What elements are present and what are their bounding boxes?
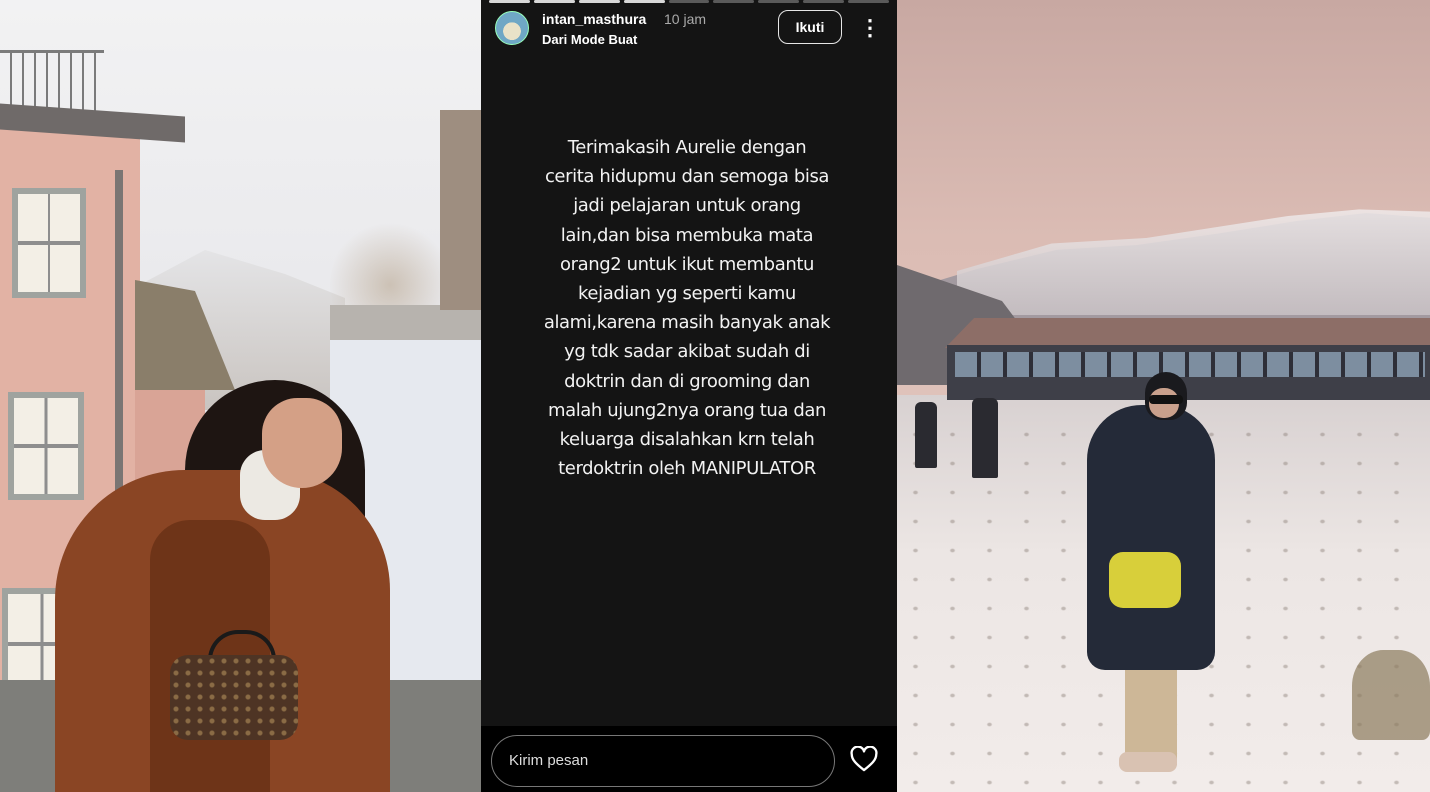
story-text-line: yg tdk sadar akibat sudah di: [564, 341, 810, 363]
more-options-icon[interactable]: ⋮: [859, 14, 881, 42]
progress-segment: [578, 0, 620, 3]
woman-pants: [1125, 665, 1177, 765]
story-text-line: orang2 untuk ikut membantu: [559, 253, 814, 275]
progress-segment: [623, 0, 665, 3]
left-photo: [0, 0, 481, 792]
progress-segment: [489, 0, 530, 3]
post-time: 10 jam: [664, 11, 707, 27]
heart-icon[interactable]: [850, 746, 878, 772]
window: [8, 392, 84, 500]
woman-boots: [1119, 752, 1177, 772]
story-text-line: terdoktrin oleh MANIPULATOR: [558, 458, 816, 480]
dry-grass: [1352, 650, 1430, 740]
yellow-bag: [1109, 552, 1181, 608]
progress-segment: [713, 0, 755, 3]
story-source: Dari Mode Buat: [542, 32, 638, 47]
right-photo: [897, 0, 1430, 792]
user-avatar[interactable]: [495, 11, 529, 45]
progress-segment: [758, 0, 800, 3]
station-roof: [945, 318, 1430, 348]
person: [915, 402, 937, 468]
snowy-peaks: [957, 209, 1430, 315]
wall-roof: [330, 305, 481, 345]
progress-segment: [668, 0, 710, 3]
progress-segment: [533, 0, 575, 3]
username[interactable]: intan_masthura: [542, 11, 646, 27]
story-progress-bar: [489, 0, 890, 3]
story-viewer: intan_masthura 10 jam Dari Mode Buat Iku…: [481, 0, 897, 792]
story-text-line: jadi pelajaran untuk orang: [573, 195, 801, 217]
progress-segment: [803, 0, 845, 3]
story-text-line: cerita hidupmu dan semoga bisa: [544, 166, 830, 188]
story-text-line: Terimakasih Aurelie dengan: [567, 137, 807, 158]
story-text-line: doktrin dan di grooming dan: [564, 370, 810, 392]
progress-segment: [848, 0, 890, 3]
handbag: [170, 655, 298, 740]
window: [12, 188, 86, 298]
story-text-line: lain,dan bisa membuka mata: [560, 224, 814, 246]
story-text-line: kejadian yg seperti kamu: [578, 283, 796, 305]
story-text-line: alami,karena masih banyak anak: [543, 312, 831, 334]
send-message-input[interactable]: Kirim pesan: [491, 735, 835, 787]
sunglasses: [1149, 395, 1183, 404]
story-text-line: keluarga disalahkan krn telah: [559, 429, 815, 451]
person: [972, 398, 998, 478]
reply-bar: Kirim pesan: [481, 726, 897, 792]
follow-button[interactable]: Ikuti: [778, 10, 842, 44]
story-text: Terimakasih Aurelie dengan cerita hidupmu…: [537, 133, 837, 483]
story-text-line: malah ujung2nya orang tua dan: [547, 399, 827, 421]
woman-coat: [1087, 405, 1215, 670]
building-right: [440, 110, 481, 310]
face: [262, 398, 342, 488]
station-windows: [955, 352, 1425, 377]
